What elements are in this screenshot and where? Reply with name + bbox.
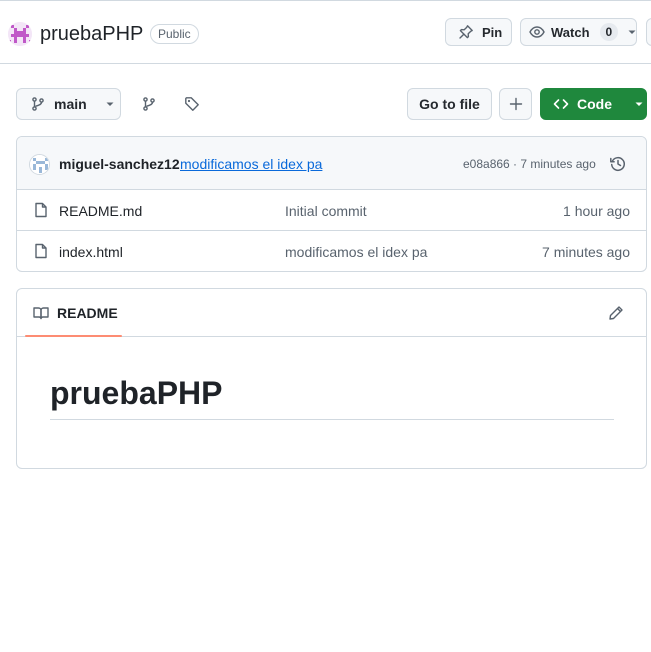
plus-icon: [508, 96, 524, 112]
file-commit-message[interactable]: Initial commit: [285, 203, 367, 219]
fork-button[interactable]: [646, 18, 651, 46]
file-name-link[interactable]: index.html: [59, 244, 123, 260]
chevron-down-icon: [627, 27, 637, 37]
file-age: 1 hour ago: [563, 203, 630, 219]
repo-avatar[interactable]: [8, 22, 32, 46]
file-row: README.md Initial commit 1 hour ago: [17, 190, 646, 231]
code-icon: [553, 96, 569, 112]
pin-button[interactable]: Pin: [445, 18, 512, 46]
visibility-badge: Public: [150, 24, 199, 44]
eye-icon: [529, 24, 545, 40]
history-icon[interactable]: [609, 155, 627, 173]
file-age: 7 minutes ago: [542, 244, 630, 260]
watch-count: 0: [599, 23, 619, 41]
tab-readme[interactable]: README: [25, 289, 122, 337]
pencil-icon[interactable]: [608, 305, 624, 321]
chevron-down-icon: [105, 99, 115, 109]
active-tab-underline: [25, 335, 122, 337]
branch-selector[interactable]: main: [16, 88, 121, 120]
code-button[interactable]: Code: [540, 88, 647, 120]
file-row: index.html modificamos el idex pa 7 minu…: [17, 231, 646, 271]
file-commit-message[interactable]: modificamos el idex pa: [285, 244, 427, 260]
go-to-file-label: Go to file: [419, 96, 480, 112]
readme-tab-label: README: [57, 305, 118, 321]
file-icon: [33, 243, 49, 259]
book-icon: [33, 305, 49, 321]
heading-divider: [50, 419, 614, 420]
code-label: Code: [577, 96, 612, 112]
file-icon: [33, 202, 49, 218]
file-name-link[interactable]: README.md: [59, 203, 142, 219]
pin-label: Pin: [482, 24, 503, 40]
watch-label: Watch: [551, 24, 590, 40]
file-browser: miguel-sanchez12 modificamos el idex pa …: [16, 136, 647, 272]
commit-message-link[interactable]: modificamos el idex pa: [180, 156, 322, 172]
commit-meta[interactable]: e08a866 · 7 minutes ago: [463, 157, 596, 171]
readme-heading: pruebaPHP: [50, 375, 223, 411]
pin-icon: [458, 24, 474, 40]
git-branch-icon: [30, 96, 46, 112]
branch-name: main: [54, 96, 87, 112]
watch-button[interactable]: Watch 0: [520, 18, 637, 46]
chevron-down-icon: [634, 99, 644, 109]
commit-author[interactable]: miguel-sanchez12: [59, 156, 180, 172]
readme-panel: README pruebaPHP: [16, 288, 647, 469]
repo-header: pruebaPHP Public Pin Watch 0: [0, 0, 651, 64]
latest-commit-bar: miguel-sanchez12 modificamos el idex pa …: [17, 137, 646, 190]
user-avatar[interactable]: [29, 154, 50, 175]
repo-name[interactable]: pruebaPHP: [40, 21, 143, 47]
add-file-button[interactable]: [499, 88, 532, 120]
go-to-file-button[interactable]: Go to file: [407, 88, 492, 120]
branches-link-icon[interactable]: [141, 96, 157, 112]
tag-icon[interactable]: [184, 96, 200, 112]
readme-tab-bar: README: [17, 289, 646, 337]
